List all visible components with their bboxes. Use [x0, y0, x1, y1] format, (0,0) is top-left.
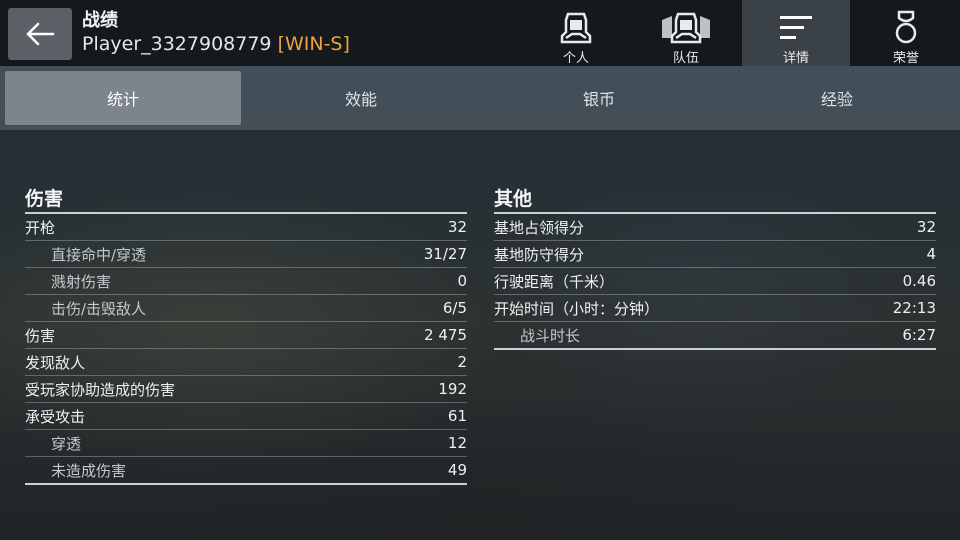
list-details-icon: [780, 15, 812, 39]
stat-value: 2 475: [424, 326, 467, 344]
stat-value: 2: [457, 353, 467, 371]
stat-row: 直接命中/穿透 31/27: [25, 241, 467, 268]
stat-value: 22:13: [892, 299, 936, 317]
nav-tab-label: 个人: [562, 51, 589, 66]
stat-value: 6/5: [442, 299, 467, 317]
header-titles: 战绩 Player_3327908779 [WIN-S]: [82, 10, 350, 56]
stat-label: 溅射伤害: [51, 272, 112, 291]
stat-row: 承受攻击 61: [25, 403, 467, 430]
stat-label: 开枪: [25, 218, 56, 237]
stat-value: 32: [916, 218, 936, 236]
player-info: Player_3327908779 [WIN-S]: [82, 32, 350, 56]
stat-row: 溅射伤害 0: [25, 268, 467, 295]
player-rank: [WIN-S]: [277, 33, 350, 55]
stat-label: 开始时间（小时：分钟）: [494, 299, 660, 318]
stat-row: 战斗时长 6:27: [494, 322, 936, 350]
nav-tab-team[interactable]: 队伍: [632, 0, 740, 66]
stat-label: 承受攻击: [25, 407, 86, 426]
nav-tab-details[interactable]: 详情: [742, 0, 850, 66]
tab-experience[interactable]: 经验: [719, 71, 955, 125]
tab-credits[interactable]: 银币: [481, 71, 717, 125]
stat-label: 未造成伤害: [51, 461, 127, 480]
stat-label: 基地占领得分: [494, 218, 585, 237]
stat-row: 未造成伤害 49: [25, 457, 467, 485]
stat-value: 12: [447, 434, 467, 452]
stat-label: 行驶距离（千米）: [494, 272, 615, 291]
page-title: 战绩: [82, 10, 118, 31]
stat-label: 穿透: [51, 434, 82, 453]
stat-row: 开枪 32: [25, 214, 467, 241]
stat-value: 31/27: [423, 245, 467, 263]
section-title: 其他: [494, 186, 936, 214]
stat-value: 61: [447, 407, 467, 425]
team-helmets-icon: [662, 12, 710, 43]
stat-label: 伤害: [25, 326, 56, 345]
arrow-left-icon: [26, 22, 55, 46]
stat-label: 击伤/击毁敌人: [51, 299, 147, 318]
back-button[interactable]: [8, 8, 72, 60]
sub-tab-bar: 统计 效能 银币 经验: [0, 66, 960, 130]
stat-value: 49: [447, 461, 467, 479]
stat-row: 伤害 2 475: [25, 322, 467, 349]
other-section: 其他 基地占领得分 32 基地防守得分 4 行驶距离（千米） 0.46 开始时间（小时：分钟…: [494, 186, 936, 350]
stat-value: 6:27: [902, 326, 936, 344]
stat-label: 发现敌人: [25, 353, 86, 372]
tab-efficiency[interactable]: 效能: [243, 71, 479, 125]
stat-row: 开始时间（小时：分钟） 22:13: [494, 295, 936, 322]
stat-row: 穿透 12: [25, 430, 467, 457]
stat-value: 0.46: [902, 272, 936, 290]
player-name: Player_3327908779: [82, 33, 272, 55]
tab-statistics[interactable]: 统计: [5, 71, 241, 125]
stat-value: 4: [926, 245, 936, 263]
nav-tab-label: 荣誉: [892, 51, 919, 66]
medal-icon: [895, 10, 917, 43]
stat-value: 0: [457, 272, 467, 290]
stat-row: 发现敌人 2: [25, 349, 467, 376]
stat-label: 直接命中/穿透: [51, 245, 147, 264]
stat-row: 基地防守得分 4: [494, 241, 936, 268]
stat-label: 基地防守得分: [494, 245, 585, 264]
damage-section: 伤害 开枪 32 直接命中/穿透 31/27 溅射伤害 0 击伤/击毁敌人 6/5 伤害 2 47…: [25, 186, 467, 485]
stat-value: 32: [447, 218, 467, 236]
stat-label: 受玩家协助造成的伤害: [25, 380, 176, 399]
nav-tab-label: 队伍: [672, 51, 699, 66]
stat-row: 行驶距离（千米） 0.46: [494, 268, 936, 295]
nav-tab-honors[interactable]: 荣誉: [852, 0, 960, 66]
stat-row: 受玩家协助造成的伤害 192: [25, 376, 467, 403]
section-title: 伤害: [25, 186, 467, 214]
stat-row: 击伤/击毁敌人 6/5: [25, 295, 467, 322]
nav-tab-personal[interactable]: 个人: [522, 0, 630, 66]
helmet-icon: [560, 12, 592, 43]
nav-tab-label: 详情: [782, 51, 809, 66]
stat-row: 基地占领得分 32: [494, 214, 936, 241]
stat-value: 192: [438, 380, 467, 398]
stat-label: 战斗时长: [520, 326, 581, 345]
top-bar: 战绩 Player_3327908779 [WIN-S] 个人 队伍 详情 荣誉: [0, 0, 960, 66]
